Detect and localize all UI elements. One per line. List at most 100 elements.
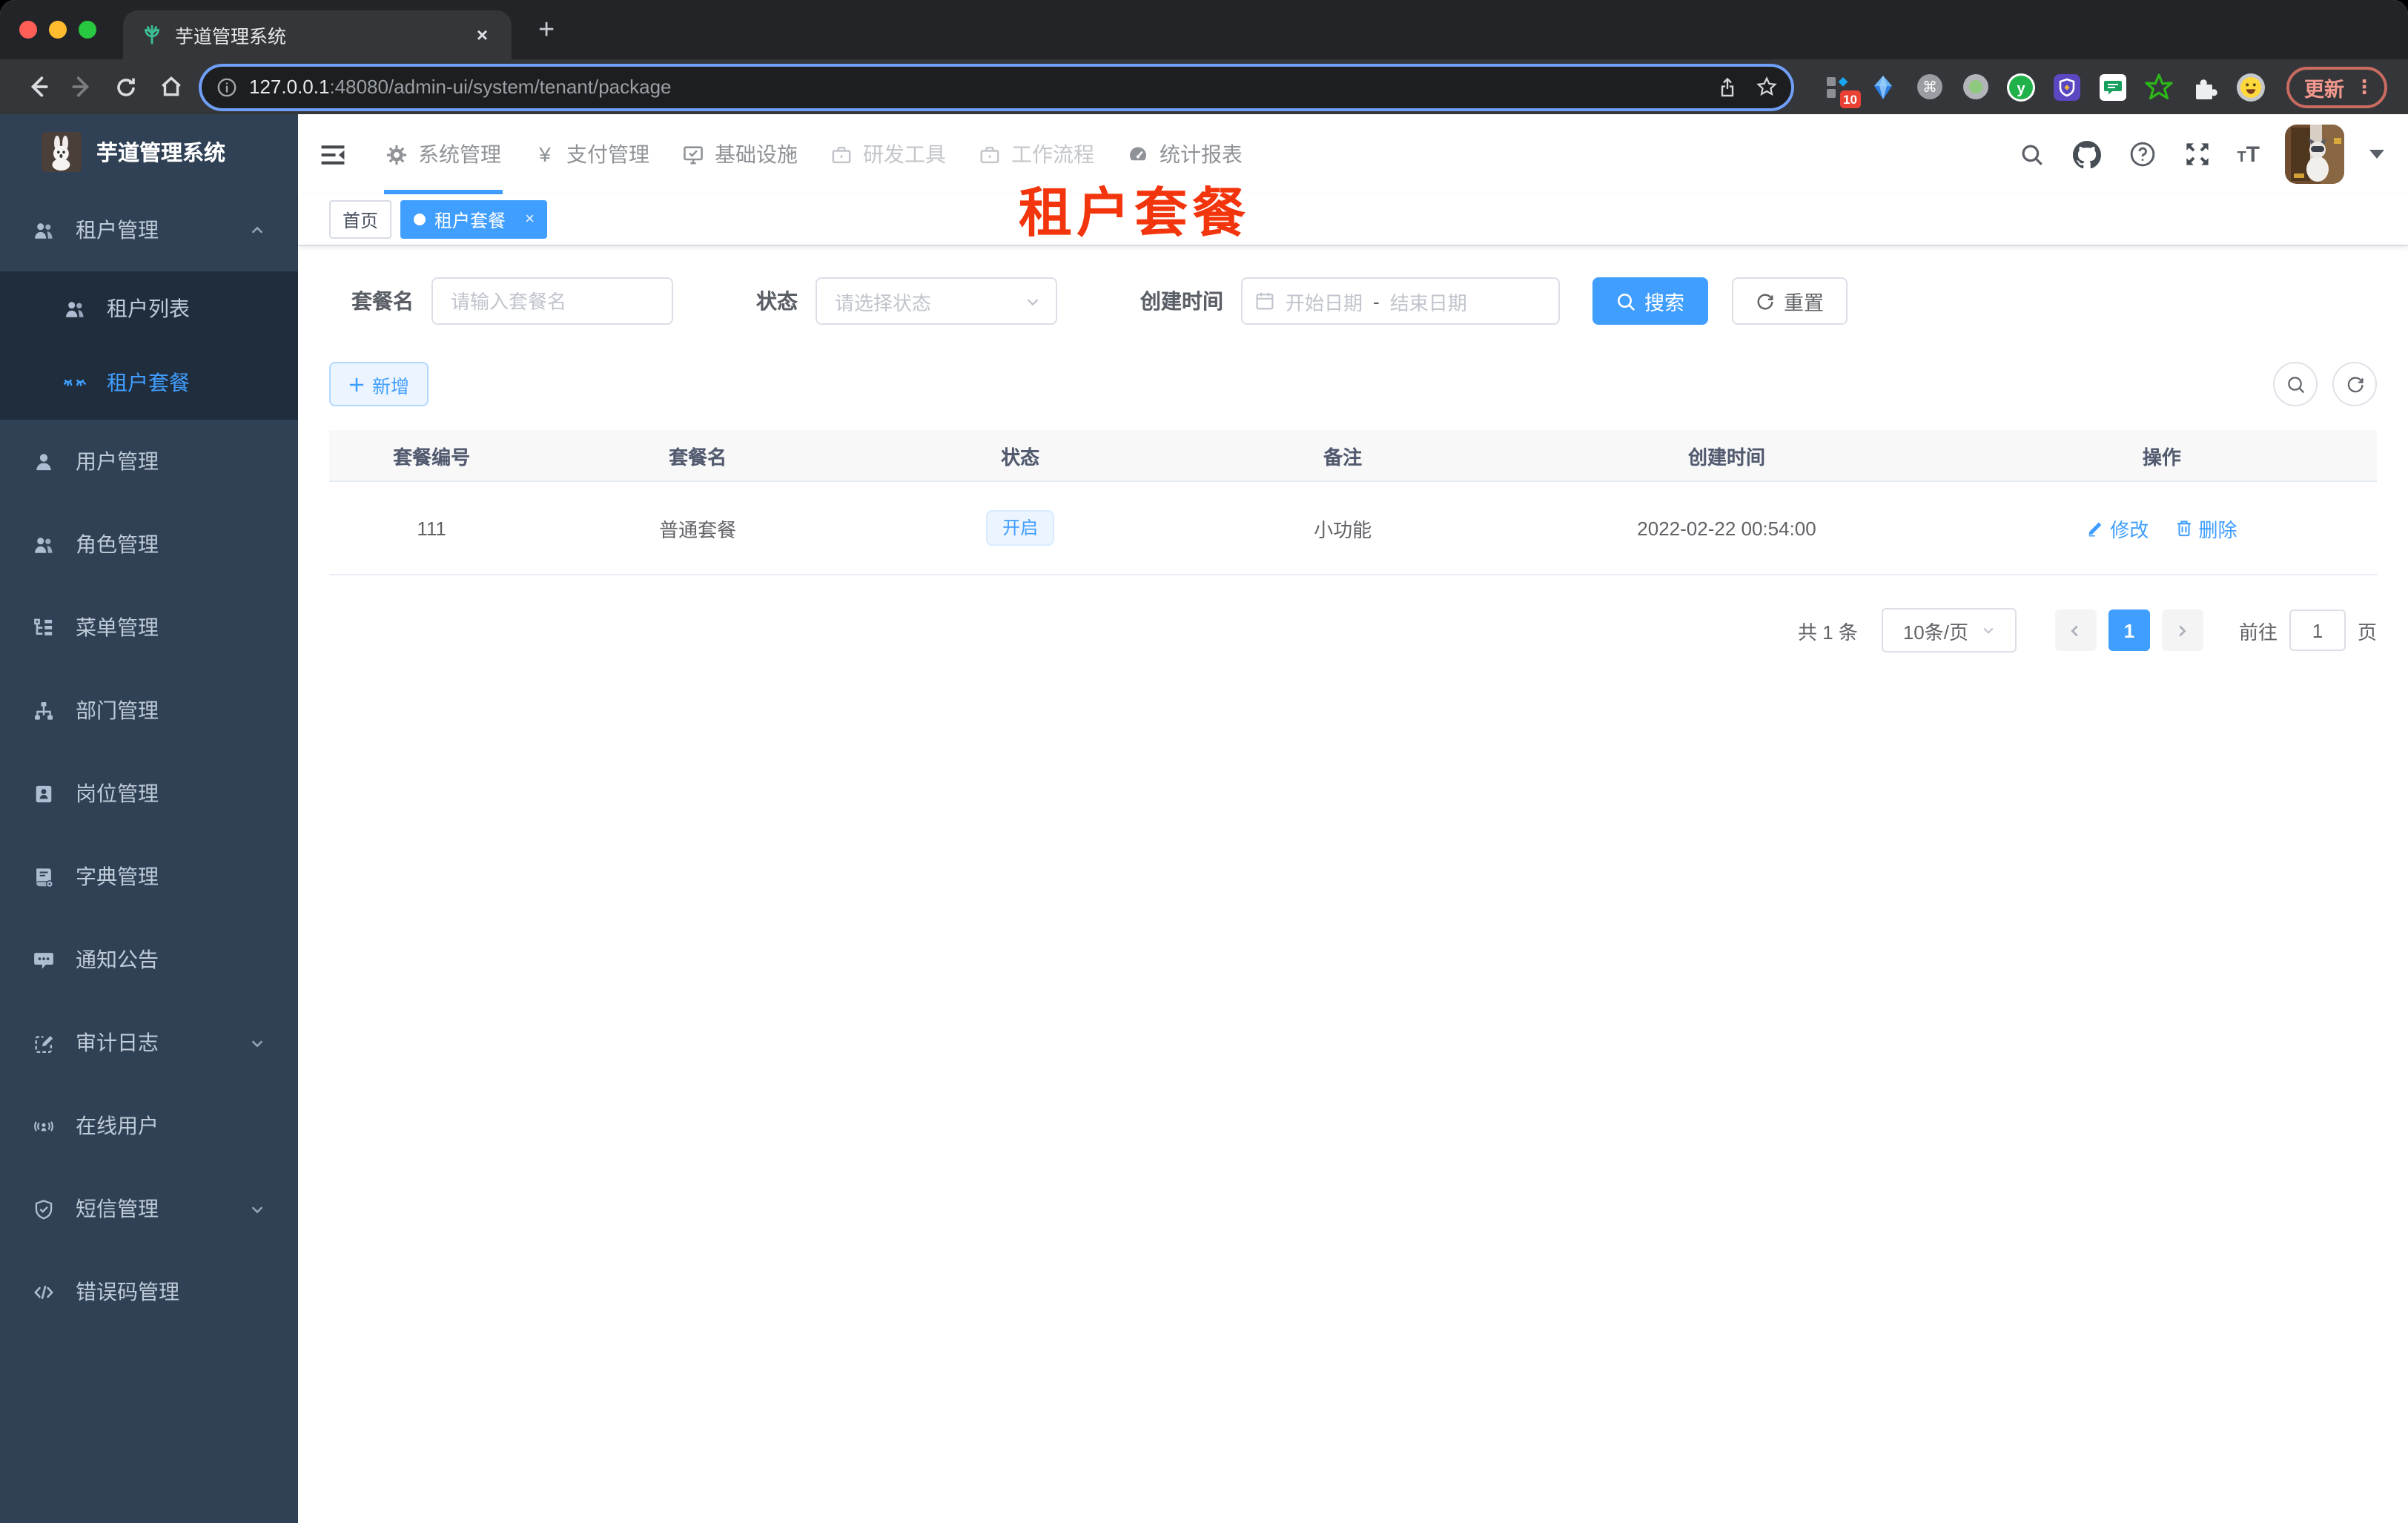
back-icon[interactable] xyxy=(15,65,59,109)
font-size-icon[interactable]: TT xyxy=(2237,142,2260,167)
puzzle-extension-icon[interactable] xyxy=(2190,72,2220,102)
search-icon[interactable] xyxy=(2017,139,2047,169)
logo-rabbit-image xyxy=(42,131,82,171)
green-y-extension-icon[interactable]: y xyxy=(2006,72,2036,102)
edit-link[interactable]: 修改 xyxy=(2086,514,2149,542)
sidebar-item-label: 部门管理 xyxy=(76,698,159,722)
sidebar-item-label: 用户管理 xyxy=(76,449,159,473)
purple-shield-extension-icon[interactable] xyxy=(2052,72,2082,102)
browser-tab[interactable]: 芋道管理系统 × xyxy=(123,10,512,59)
tag-tenant-package[interactable]: 租户套餐 × xyxy=(400,200,548,239)
sidebar-item-audit-log[interactable]: 审计日志 xyxy=(0,1001,298,1084)
search-button[interactable]: 搜索 xyxy=(1592,277,1708,325)
sidebar-item-post-management[interactable]: 岗位管理 xyxy=(0,752,298,835)
sidebar-item-label: 通知公告 xyxy=(76,948,159,971)
cell-package-name: 普通套餐 xyxy=(659,518,737,541)
command-circle-extension-icon[interactable]: ⌘ xyxy=(1914,72,1944,102)
tag-home[interactable]: 首页 xyxy=(329,200,392,239)
green-star-extension-icon[interactable] xyxy=(2144,72,2174,102)
current-page[interactable]: 1 xyxy=(2108,609,2150,651)
smiley-extension-icon[interactable] xyxy=(2236,72,2266,102)
nav-item-infrastructure[interactable]: 基础设施 xyxy=(666,114,814,194)
sidebar-logo: 芋道管理系统 xyxy=(0,114,298,188)
filter-bar: 套餐名 状态 请选择状态 创建时间 开始日期 xyxy=(351,277,2377,325)
home-icon[interactable] xyxy=(148,65,193,109)
status-select[interactable]: 请选择状态 xyxy=(816,277,1057,325)
fullscreen-icon[interactable] xyxy=(2182,139,2212,169)
tab-manager-extension-icon[interactable]: 10 xyxy=(1822,72,1861,108)
sidebar-item-label: 短信管理 xyxy=(76,1197,159,1220)
date-range-picker[interactable]: 开始日期 - 结束日期 xyxy=(1241,277,1560,325)
chrome-update-button[interactable]: 更新 ⋮ xyxy=(2286,66,2387,108)
sidebar-item-label: 错误码管理 xyxy=(76,1280,179,1304)
nav-item-system[interactable]: 系统管理 xyxy=(369,114,517,194)
sidebar-item-online-users[interactable]: 在线用户 xyxy=(0,1084,298,1167)
tab-title: 芋道管理系统 xyxy=(175,27,287,47)
avatar[interactable] xyxy=(2285,125,2344,184)
bookmark-star-icon[interactable] xyxy=(1747,67,1785,106)
sidebar-item-error-code[interactable]: 错误码管理 xyxy=(0,1250,298,1333)
tab-close-icon[interactable]: × xyxy=(471,24,494,46)
reload-icon[interactable] xyxy=(104,65,148,109)
nav-item-payment[interactable]: ¥ 支付管理 xyxy=(517,114,666,194)
navbar-right-tools: TT xyxy=(2017,125,2384,184)
tree-list-icon xyxy=(31,615,55,639)
blue-gem-extension-icon[interactable] xyxy=(1868,72,1898,102)
add-button[interactable]: 新增 xyxy=(329,362,429,406)
show-search-toggle-icon[interactable] xyxy=(2273,362,2318,406)
avatar-caret-icon[interactable] xyxy=(2369,150,2384,159)
extension-badge: 10 xyxy=(1839,90,1861,108)
nav-item-label: 支付管理 xyxy=(566,142,649,166)
minimize-window-button[interactable] xyxy=(49,21,67,39)
svg-text:y: y xyxy=(2017,80,2025,96)
sidebar-item-department-management[interactable]: 部门管理 xyxy=(0,669,298,752)
sidebar-item-role-management[interactable]: 角色管理 xyxy=(0,503,298,586)
reset-button[interactable]: 重置 xyxy=(1732,277,1848,325)
sidebar-item-notice[interactable]: 通知公告 xyxy=(0,918,298,1001)
top-navbar: 系统管理 ¥ 支付管理 基础设施 研发工具 工作流程 统计报表 TT xyxy=(298,114,2408,194)
nav-item-label: 工作流程 xyxy=(1011,142,1094,166)
sidebar-item-label: 租户管理 xyxy=(76,218,159,242)
col-actions: 操作 xyxy=(2142,446,2181,468)
new-tab-button[interactable]: + xyxy=(538,15,555,47)
collapse-sidebar-icon[interactable] xyxy=(316,138,348,171)
delete-link[interactable]: 删除 xyxy=(2175,514,2237,542)
tag-close-icon[interactable]: × xyxy=(525,211,535,228)
help-icon[interactable] xyxy=(2127,139,2157,169)
create-time-label: 创建时间 xyxy=(1140,289,1223,313)
prev-page-icon[interactable] xyxy=(2054,609,2097,651)
status-badge: 开启 xyxy=(986,509,1055,546)
green-chat-extension-icon[interactable] xyxy=(2098,72,2128,102)
package-name-input[interactable] xyxy=(431,277,673,325)
total-count: 共 1 条 xyxy=(1798,621,1858,643)
forward-icon[interactable] xyxy=(59,65,104,109)
github-icon[interactable] xyxy=(2072,139,2102,169)
close-window-button[interactable] xyxy=(19,21,37,39)
sidebar-item-sms-management[interactable]: 短信管理 xyxy=(0,1167,298,1250)
status-label: 状态 xyxy=(756,289,798,313)
nav-item-dev-tools[interactable]: 研发工具 xyxy=(814,114,962,194)
date-separator: - xyxy=(1373,290,1380,312)
gear-icon xyxy=(386,143,408,165)
zoom-window-button[interactable] xyxy=(79,21,96,39)
chevron-down-icon xyxy=(249,1200,265,1217)
pagination: 共 1 条 10条/页 1 前往 页 xyxy=(329,608,2377,653)
tags-view: 首页 租户套餐 × 租户套餐 xyxy=(298,186,2408,246)
share-icon[interactable] xyxy=(1708,67,1747,106)
record-circle-extension-icon[interactable] xyxy=(1960,72,1990,102)
sidebar-item-tenant-management[interactable]: 租户管理 xyxy=(0,188,298,271)
sidebar-item-tenant-list[interactable]: 租户列表 xyxy=(0,271,298,346)
refresh-table-icon[interactable] xyxy=(2332,362,2377,406)
sidebar-item-user-management[interactable]: 用户管理 xyxy=(0,420,298,503)
address-bar[interactable]: 127.0.0.1:48080/admin-ui/system/tenant/p… xyxy=(202,66,1791,108)
goto-page-input[interactable] xyxy=(2289,609,2346,651)
site-info-icon[interactable] xyxy=(216,76,237,97)
next-page-icon[interactable] xyxy=(2161,609,2203,651)
sidebar-item-label: 角色管理 xyxy=(76,532,159,556)
sidebar-item-label: 岗位管理 xyxy=(76,782,159,805)
sidebar-item-tenant-package[interactable]: 租户套餐 xyxy=(0,346,298,420)
sidebar-item-menu-management[interactable]: 菜单管理 xyxy=(0,586,298,669)
sidebar-item-dict-management[interactable]: 字典管理 xyxy=(0,835,298,918)
page-size-select[interactable]: 10条/页 xyxy=(1881,608,2017,653)
browser-menu-icon[interactable]: ⋮ xyxy=(2355,75,2374,99)
